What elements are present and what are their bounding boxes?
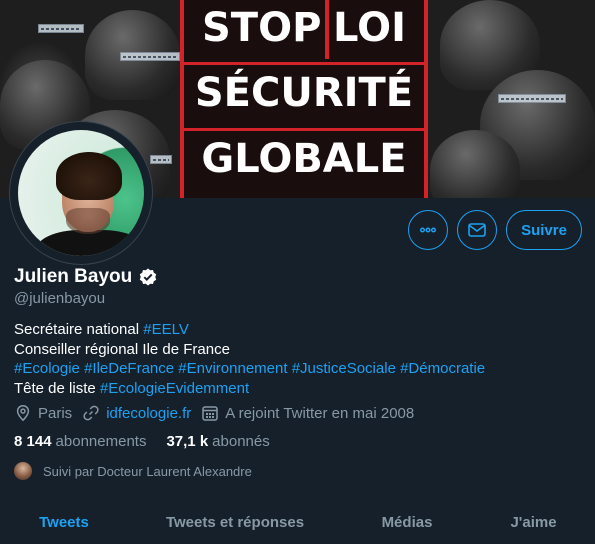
profile-bio: Secrétaire national #EELV Conseiller rég… (14, 320, 485, 398)
tab-tweets-replies[interactable]: Tweets et réponses (128, 500, 342, 544)
more-options-button[interactable] (408, 210, 448, 250)
followers-stat[interactable]: 37,1 k abonnés (166, 433, 269, 450)
bio-line: Tête de liste #EcologieEvidemment (14, 379, 485, 399)
poster-row: STOP LOI (184, 0, 424, 59)
location-pin-icon (16, 405, 30, 422)
bio-text: Tête de liste (14, 379, 100, 397)
verified-badge-icon (140, 268, 157, 286)
poster-word: GLOBALE (201, 135, 407, 182)
followed-by-text: Suivi par Docteur Laurent Alexandre (43, 463, 252, 479)
followers-count: 37,1 k (166, 433, 209, 450)
website-item[interactable]: idfecologie.fr (82, 404, 191, 422)
message-button[interactable] (457, 210, 497, 250)
profile-meta: Paris idfecologie.fr A rejoint Twitter e… (14, 404, 424, 422)
banner-visor-tag (150, 155, 172, 164)
poster-row: SÉCURITÉ (184, 62, 424, 120)
hashtag-link[interactable]: #Environnement (178, 360, 287, 377)
link-icon (83, 405, 99, 421)
bio-line: Secrétaire national #EELV (14, 320, 485, 340)
location-text: Paris (38, 404, 73, 422)
profile-name: Julien Bayou (14, 266, 133, 287)
following-count: 8 144 (14, 433, 52, 450)
profile-tabs: Tweets Tweets et réponses Médias J'aime (0, 500, 595, 544)
joined-item: A rejoint Twitter en mai 2008 (201, 404, 414, 422)
envelope-icon (468, 223, 486, 237)
hashtag-link[interactable]: #IleDeFrance (84, 360, 174, 377)
profile-handle: @julienbayou (14, 290, 106, 307)
avatar-photo (18, 130, 144, 256)
poster-word: STOP (202, 4, 322, 51)
bio-text: Secrétaire national (14, 321, 144, 338)
hashtag-link[interactable]: #EcologieEvidemment (100, 380, 249, 397)
tab-likes[interactable]: J'aime (472, 500, 595, 544)
profile-stats: 8 144 abonnements 37,1 k abonnés (14, 433, 290, 450)
joined-text: A rejoint Twitter en mai 2008 (225, 404, 415, 422)
avatar-hair (56, 152, 122, 200)
poster-word: SÉCURITÉ (194, 69, 414, 116)
bio-text: Conseiller régional Ile de France (14, 340, 230, 358)
protest-poster: STOP LOI SÉCURITÉ GLOBALE (180, 0, 428, 198)
bio-line: Conseiller régional Ile de France (14, 340, 485, 360)
hashtag-link[interactable]: #Démocratie (400, 360, 485, 377)
banner-visor-tag (38, 24, 84, 33)
location-item: Paris (14, 404, 72, 422)
banner-visor-tag (498, 94, 566, 103)
hashtag-link[interactable]: #EELV (143, 321, 189, 338)
profile-avatar[interactable] (10, 122, 152, 264)
following-stat[interactable]: 8 144 abonnements (14, 433, 146, 450)
follower-avatar (14, 462, 32, 480)
tab-tweets[interactable]: Tweets (0, 500, 128, 544)
calendar-icon (202, 406, 218, 421)
poster-divider (325, 0, 330, 59)
website-link[interactable]: idfecologie.fr (106, 405, 191, 422)
followed-by[interactable]: Suivi par Docteur Laurent Alexandre (14, 462, 252, 480)
following-label: abonnements (55, 433, 147, 450)
poster-word: LOI (333, 4, 406, 51)
hashtag-link[interactable]: #JusticeSociale (292, 360, 396, 377)
avatar-beard (66, 208, 110, 234)
banner-visor-tag (120, 52, 180, 61)
followers-label: abonnés (212, 433, 270, 450)
tab-media[interactable]: Médias (342, 500, 472, 544)
more-icon (419, 227, 437, 233)
hashtag-link[interactable]: #Ecologie (14, 360, 80, 377)
bio-line: #Ecologie #IleDeFrance #Environnement #J… (14, 359, 485, 379)
profile-name-row: Julien Bayou (14, 266, 158, 288)
follow-button[interactable]: Suivre (506, 210, 582, 250)
poster-row: GLOBALE (184, 128, 424, 186)
